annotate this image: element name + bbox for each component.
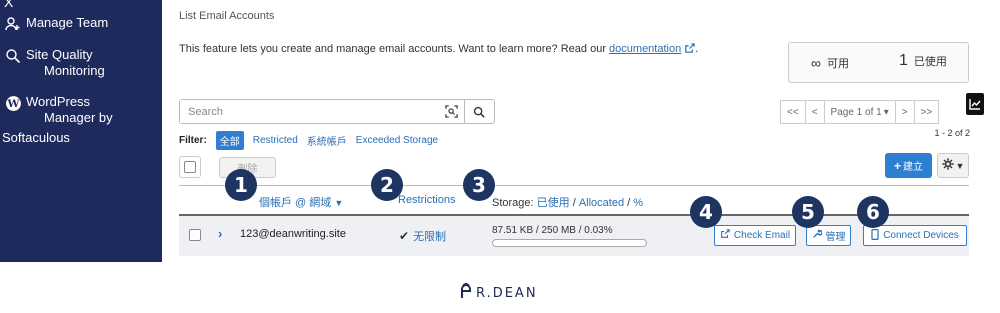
content-area: List Email Accounts This feature lets yo… [162, 0, 980, 262]
page-select[interactable]: Page 1 of 1 ▾ [823, 100, 896, 124]
intro-text: This feature lets you create and manage … [179, 43, 699, 57]
close-icon[interactable]: X [4, 0, 13, 10]
filter-restricted[interactable]: Restricted [253, 135, 298, 146]
external-link-icon [720, 229, 730, 242]
right-edge [980, 0, 1000, 262]
search-button[interactable] [464, 100, 492, 123]
svg-text:W: W [6, 97, 20, 110]
sidebar-item-label-line3: Softaculous [2, 130, 70, 145]
used-count: 1 [899, 52, 908, 69]
wrench-icon [812, 229, 823, 242]
chevron-down-icon: ▼ [334, 198, 344, 208]
step-badge-5: 5 [792, 196, 824, 228]
mobile-device-icon [871, 228, 879, 243]
sidebar-item-manage-team[interactable]: Manage Team [4, 15, 108, 33]
sort-by-percent[interactable]: % [633, 197, 643, 209]
check-email-button[interactable]: Check Email [714, 225, 796, 246]
sidebar-item-label: Manage Team [26, 15, 109, 30]
storage-usage-bar [492, 239, 647, 247]
sidebar: X Manage Team Site Quality Monitoring W … [0, 0, 162, 262]
pagination: << < Page 1 of 1 ▾ > >> [780, 100, 940, 124]
table-row: › 123@deanwriting.site ✔ 无限制 87.51 KB / … [179, 216, 969, 256]
chart-icon[interactable] [966, 93, 984, 115]
caret-down-icon: ▼ [955, 160, 965, 171]
used-label: 已使用 [913, 56, 947, 68]
last-page-button[interactable]: >> [913, 100, 940, 124]
prev-page-button[interactable]: < [804, 100, 825, 124]
caret-down-icon: ▾ [883, 106, 889, 118]
step-badge-1: 1 [225, 169, 257, 201]
plus-icon: + [893, 158, 901, 173]
sidebar-item-site-quality[interactable]: Site Quality Monitoring [4, 47, 105, 79]
checkmark-icon: ✔ [399, 229, 410, 243]
step-badge-6: 6 [857, 196, 889, 228]
page-title: List Email Accounts [179, 10, 275, 22]
manage-button[interactable]: 管理 [806, 225, 851, 246]
filter-label: Filter: [179, 135, 207, 146]
search-icon [4, 47, 22, 65]
row-checkbox[interactable] [189, 229, 201, 241]
external-link-icon[interactable] [684, 43, 695, 57]
logo-text: R.DEAN [476, 285, 538, 301]
column-header-storage: Storage: 已使用 / Allocated / % [492, 197, 644, 209]
storage-usage-text: 87.51 KB / 250 MB / 0.03% [492, 225, 613, 236]
scan-icon[interactable] [438, 100, 464, 123]
account-email: 123@deanwriting.site [240, 228, 346, 240]
step-badge-2: 2 [371, 169, 403, 201]
settings-dropdown-button[interactable]: ▼ [937, 153, 969, 178]
search-box [179, 99, 495, 124]
quota-stats: ∞ 可用 1 已使用 [788, 42, 969, 83]
gear-icon [941, 158, 954, 173]
sidebar-item-label-line2: Manager by [44, 110, 113, 125]
create-label: 建立 [903, 162, 923, 173]
step-badge-3: 3 [463, 169, 495, 201]
sidebar-item-wordpress[interactable]: W WordPress Manager by [4, 94, 113, 126]
connect-devices-button[interactable]: Connect Devices [863, 225, 967, 246]
documentation-link[interactable]: documentation [609, 43, 681, 55]
wordpress-icon: W [4, 94, 22, 112]
select-all-checkbox[interactable] [179, 156, 201, 178]
first-page-button[interactable]: << [780, 100, 806, 124]
infinity-icon: ∞ [811, 55, 821, 71]
filter-all[interactable]: 全部 [215, 131, 244, 150]
next-page-button[interactable]: > [894, 100, 915, 124]
sidebar-item-label: Site Quality [26, 47, 93, 62]
sort-by-allocated[interactable]: Allocated [579, 197, 624, 209]
main-panel: List Email Accounts This feature lets yo… [162, 0, 980, 262]
sort-by-used[interactable]: 已使用 [537, 197, 570, 209]
brand-logo: R.DEAN [460, 282, 538, 303]
expand-chevron-icon[interactable]: › [218, 226, 222, 241]
table-header-top-divider [179, 185, 969, 186]
search-input[interactable] [180, 100, 438, 123]
filter-bar: Filter: 全部 Restricted 系統帳戶 Exceeded Stor… [179, 131, 438, 150]
quill-icon [460, 282, 472, 303]
filter-exceeded-storage[interactable]: Exceeded Storage [356, 135, 438, 146]
column-header-restrictions[interactable]: Restrictions [398, 194, 455, 206]
create-button[interactable]: + 建立 [885, 153, 932, 178]
result-count: 1 - 2 of 2 [934, 128, 970, 138]
filter-system-account[interactable]: 系統帳戶 [307, 133, 347, 148]
column-header-account[interactable]: 個帳戶 @ 網域 ▼ [259, 194, 343, 210]
restriction-status: ✔ 无限制 [399, 229, 447, 243]
team-icon [4, 15, 22, 33]
sidebar-item-label-line2: Monitoring [44, 63, 105, 78]
sidebar-item-label: WordPress [26, 94, 91, 109]
available-label: 可用 [826, 58, 849, 70]
step-badge-4: 4 [690, 196, 722, 228]
